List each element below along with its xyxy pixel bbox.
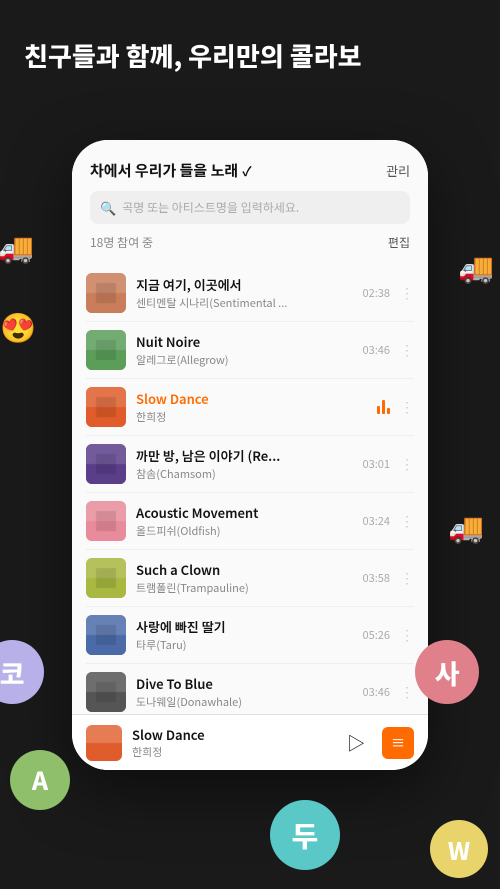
track-item[interactable]: Slow Dance한희정 ⋮ (86, 379, 414, 436)
track-item[interactable]: 지금 여기, 이곳에서센티멘탈 시나리(Sentimental ... 02:38… (86, 265, 414, 322)
track-artist: 한희정 (136, 409, 367, 425)
chevron-down-icon: ✓ (242, 161, 251, 180)
track-duration: 03:58 (363, 570, 390, 586)
track-info: Slow Dance한희정 (136, 389, 367, 425)
manage-button[interactable]: 관리 (386, 161, 410, 180)
track-more-icon[interactable]: ⋮ (400, 625, 414, 645)
track-artist: 센티멘탈 시나리(Sentimental ... (136, 295, 353, 311)
bubble-du: 두 (270, 800, 340, 870)
track-name: Slow Dance (136, 389, 367, 408)
player-artist: 한희정 (132, 744, 330, 760)
queue-button[interactable]: ≡ (382, 727, 414, 759)
track-artist: 트램폴린(Trampauline) (136, 580, 353, 596)
track-thumbnail (86, 501, 126, 541)
track-name: 사랑에 빠진 딸기 (136, 617, 353, 636)
track-duration: 03:46 (363, 684, 390, 700)
track-duration: 05:26 (363, 627, 390, 643)
track-name: Acoustic Movement (136, 503, 353, 522)
track-name: Nuit Noire (136, 332, 353, 351)
bubble-truck1: 🚚 (0, 220, 42, 272)
player-bar: Slow Dance 한희정 ▷ ≡ (72, 714, 428, 770)
track-artist: 올드피쉬(Oldfish) (136, 523, 353, 539)
edit-button[interactable]: 편집 (388, 234, 410, 251)
play-button[interactable]: ▷ (340, 727, 372, 759)
bubble-truck2: 🚚 (450, 240, 500, 292)
player-thumbnail (86, 725, 122, 761)
search-icon: 🔍 (100, 198, 116, 217)
track-info: Nuit Noire알레그로(Allegrow) (136, 332, 353, 368)
playlist-title[interactable]: 차에서 우리가 들을 노래 ✓ (90, 160, 252, 181)
track-more-icon[interactable]: ⋮ (400, 283, 414, 303)
track-info: Acoustic Movement올드피쉬(Oldfish) (136, 503, 353, 539)
player-track-name: Slow Dance (132, 725, 330, 744)
track-info: 까만 방, 남은 이야기 (Re...참솜(Chamsom) (136, 446, 353, 482)
bubble-a: A (10, 750, 70, 810)
track-duration: 03:01 (363, 456, 390, 472)
track-info: Such a Clown트램폴린(Trampauline) (136, 560, 353, 596)
track-item[interactable]: 까만 방, 남은 이야기 (Re...참솜(Chamsom) 03:01 ⋮ (86, 436, 414, 493)
track-thumbnail (86, 615, 126, 655)
track-duration: 03:46 (363, 342, 390, 358)
track-thumbnail (86, 558, 126, 598)
track-thumbnail (86, 444, 126, 484)
track-more-icon[interactable]: ⋮ (400, 511, 414, 531)
search-bar[interactable]: 🔍 곡명 또는 아티스트명을 입력하세요. (90, 191, 410, 224)
track-duration: 03:24 (363, 513, 390, 529)
track-name: Dive To Blue (136, 674, 353, 693)
playing-indicator (377, 400, 390, 414)
player-info: Slow Dance 한희정 (132, 725, 330, 760)
track-more-icon[interactable]: ⋮ (400, 340, 414, 360)
phone-header: 차에서 우리가 들을 노래 ✓ 관리 🔍 곡명 또는 아티스트명을 입력하세요.… (72, 140, 428, 265)
bubble-truck3: 🚚 (440, 500, 492, 552)
track-item[interactable]: Acoustic Movement올드피쉬(Oldfish) 03:24 ⋮ (86, 493, 414, 550)
track-info: Dive To Blue도나웨일(Donawhale) (136, 674, 353, 710)
track-artist: 타루(Taru) (136, 637, 353, 653)
track-name: 지금 여기, 이곳에서 (136, 275, 353, 294)
track-thumbnail (86, 330, 126, 370)
participants-count: 18명 참여 중 (90, 234, 153, 251)
headline: 친구들과 함께, 우리만의 콜라보 (24, 38, 476, 73)
playlist-title-text: 차에서 우리가 들을 노래 (90, 160, 238, 181)
bubble-ko: 코 (0, 640, 44, 704)
track-item[interactable]: 사랑에 빠진 딸기타루(Taru) 05:26 ⋮ (86, 607, 414, 664)
bubble-sa: 사 (415, 640, 479, 704)
track-artist: 참솜(Chamsom) (136, 466, 353, 482)
queue-icon: ≡ (391, 733, 405, 753)
track-more-icon[interactable]: ⋮ (400, 454, 414, 474)
track-more-icon[interactable]: ⋮ (400, 682, 414, 702)
track-thumbnail (86, 387, 126, 427)
track-more-icon[interactable]: ⋮ (400, 568, 414, 588)
track-list: 지금 여기, 이곳에서센티멘탈 시나리(Sentimental ... 02:38… (72, 265, 428, 714)
search-placeholder: 곡명 또는 아티스트명을 입력하세요. (122, 199, 299, 216)
track-item[interactable]: Dive To Blue도나웨일(Donawhale) 03:46 ⋮ (86, 664, 414, 714)
track-info: 사랑에 빠진 딸기타루(Taru) (136, 617, 353, 653)
track-artist: 알레그로(Allegrow) (136, 352, 353, 368)
track-thumbnail (86, 672, 126, 712)
track-thumbnail (86, 273, 126, 313)
bubble-smile1: 😍 (0, 300, 44, 352)
track-info: 지금 여기, 이곳에서센티멘탈 시나리(Sentimental ... (136, 275, 353, 311)
track-item[interactable]: Nuit Noire알레그로(Allegrow) 03:46 ⋮ (86, 322, 414, 379)
track-name: 까만 방, 남은 이야기 (Re... (136, 446, 353, 465)
track-more-icon[interactable]: ⋮ (400, 397, 414, 417)
track-artist: 도나웨일(Donawhale) (136, 694, 353, 710)
track-duration: 02:38 (363, 285, 390, 301)
track-item[interactable]: Such a Clown트램폴린(Trampauline) 03:58 ⋮ (86, 550, 414, 607)
phone-mockup: 차에서 우리가 들을 노래 ✓ 관리 🔍 곡명 또는 아티스트명을 입력하세요.… (72, 140, 428, 770)
bubble-w: W (430, 820, 488, 878)
track-name: Such a Clown (136, 560, 353, 579)
